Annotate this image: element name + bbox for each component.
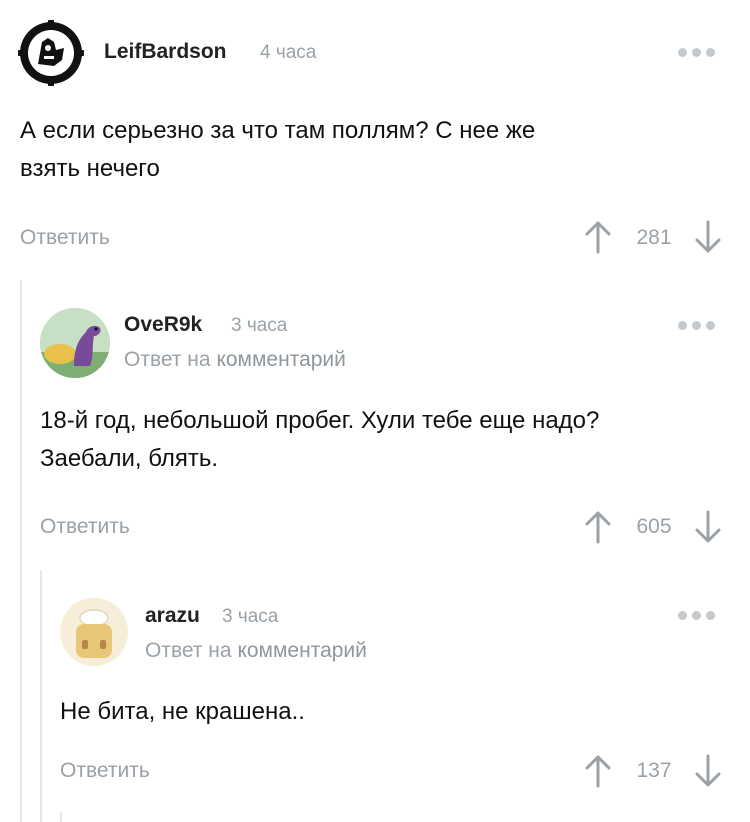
comment-text-line: взять нечего xyxy=(20,155,160,182)
arrow-up-icon[interactable] xyxy=(584,220,612,254)
avatar[interactable] xyxy=(60,598,128,666)
more-icon[interactable] xyxy=(678,611,715,620)
comment-time: 3 часа xyxy=(231,315,288,336)
vote-score: 281 xyxy=(636,226,672,249)
thread-line-level-1[interactable] xyxy=(20,280,22,822)
arrow-down-icon[interactable] xyxy=(694,220,722,254)
avatar-emblem-icon xyxy=(18,20,84,86)
comment-text-line: Заебали, блять. xyxy=(40,445,219,472)
reply-to: Ответ на комментарий xyxy=(124,348,346,372)
more-icon[interactable] xyxy=(678,48,715,57)
reply-button[interactable]: Ответить xyxy=(40,515,130,539)
reply-button[interactable]: Ответить xyxy=(60,759,150,783)
author-name[interactable]: LeifBardson xyxy=(104,40,227,64)
comment-text: Не бита, не крашена.. xyxy=(60,693,720,731)
thread-line-level-3[interactable] xyxy=(60,812,62,822)
avatar-dinosaur-icon xyxy=(40,308,110,378)
comment-time: 4 часа xyxy=(260,42,317,63)
arrow-down-icon[interactable] xyxy=(694,754,722,788)
avatar-toast-icon xyxy=(60,598,128,666)
reply-to-prefix: Ответ на xyxy=(124,348,211,371)
comment-text-line: 18-й год, небольшой пробег. Хули тебе ещ… xyxy=(40,407,600,434)
comment-text-line: Не бита, не крашена.. xyxy=(60,698,305,725)
reply-button[interactable]: Ответить xyxy=(20,226,110,250)
reply-to-link[interactable]: комментарий xyxy=(237,639,366,662)
avatar[interactable] xyxy=(18,20,84,86)
reply-to-link[interactable]: комментарий xyxy=(216,348,345,371)
author-name[interactable]: OveR9k xyxy=(124,313,202,337)
avatar[interactable] xyxy=(40,308,110,378)
comment-text: 18-й год, небольшой пробег. Хули тебе ещ… xyxy=(40,402,740,478)
reply-to: Ответ на комментарий xyxy=(145,639,367,663)
arrow-down-icon[interactable] xyxy=(694,510,722,544)
comment-text-line: А если серьезно за что там поллям? С нее… xyxy=(20,117,536,144)
arrow-up-icon[interactable] xyxy=(584,510,612,544)
vote-score: 137 xyxy=(636,759,672,782)
author-name[interactable]: arazu xyxy=(145,604,200,628)
vote-score: 605 xyxy=(636,515,672,538)
thread-line-level-2[interactable] xyxy=(40,570,42,822)
arrow-up-icon[interactable] xyxy=(584,754,612,788)
comment-text: А если серьезно за что там поллям? С нее… xyxy=(20,112,720,188)
comment-time: 3 часа xyxy=(222,606,279,627)
reply-to-prefix: Ответ на xyxy=(145,639,232,662)
more-icon[interactable] xyxy=(678,321,715,330)
